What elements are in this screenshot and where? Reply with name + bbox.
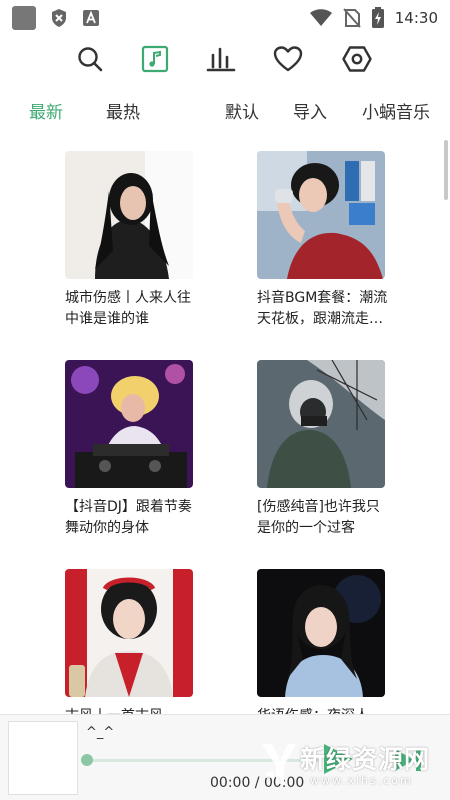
tab-default[interactable]: 默认 <box>225 98 259 123</box>
favorites-button[interactable] <box>267 40 309 82</box>
keyboard-a-icon <box>82 9 100 27</box>
player-album-art[interactable] <box>8 721 78 795</box>
play-icon <box>320 744 356 781</box>
playlist-cover-image <box>257 569 385 697</box>
music-note-icon <box>140 44 170 78</box>
status-right-icons: 14:30 <box>309 7 438 29</box>
playlist-cover-image <box>65 360 193 488</box>
play-button[interactable] <box>320 741 356 781</box>
no-sim-icon <box>343 8 361 28</box>
playlist-card[interactable]: 【抖音DJ】跟着节奏舞动你的身体 <box>65 360 195 539</box>
battery-charging-icon <box>371 7 385 29</box>
category-tabs: 最新 最热 默认 导入 小蜗音乐 <box>0 98 450 128</box>
playlist-card[interactable]: [伤感纯音]也许我只是你的一个过客 <box>257 360 387 539</box>
tab-import[interactable]: 导入 <box>293 98 327 123</box>
progress-knob[interactable] <box>81 754 93 766</box>
playlist-cover-image <box>257 360 385 488</box>
status-time: 14:30 <box>394 9 438 27</box>
playlist-title: [伤感纯音]也许我只是你的一个过客 <box>257 499 380 536</box>
playlist-title: 抖音BGM套餐：潮流天花板，跟潮流走… <box>257 290 388 327</box>
status-left-icons <box>12 6 100 30</box>
search-button[interactable] <box>69 40 111 82</box>
playlist-title: 【抖音DJ】跟着节奏舞动你的身体 <box>65 499 192 536</box>
playlist-card[interactable]: 华语伤感：夜深人 <box>257 569 387 727</box>
progress-bar[interactable] <box>81 754 322 766</box>
shield-x-icon <box>50 8 68 28</box>
charts-button[interactable] <box>200 40 242 82</box>
settings-hexagon-icon <box>342 45 372 77</box>
mini-player[interactable]: ^_^ 00:00 / 00:00 <box>0 714 450 800</box>
top-toolbar <box>0 40 450 82</box>
scroll-indicator[interactable] <box>444 140 448 200</box>
skip-next-icon <box>392 749 426 779</box>
tab-xiaowo-music[interactable]: 小蜗音乐 <box>362 98 430 123</box>
playlist-cover-image <box>65 151 193 279</box>
tab-latest[interactable]: 最新 <box>29 98 63 123</box>
playlist-cover-image <box>65 569 193 697</box>
heart-icon <box>273 45 303 77</box>
wifi-icon <box>309 9 333 27</box>
playlist-card[interactable]: 古风丨一首古风 <box>65 569 195 727</box>
playlist-title: 城市伤感丨人来人往中谁是谁的谁 <box>65 290 191 327</box>
bar-chart-icon <box>206 45 236 77</box>
playlist-cover-image <box>257 151 385 279</box>
music-library-button[interactable] <box>134 40 176 82</box>
settings-button[interactable] <box>336 40 378 82</box>
player-time: 00:00 / 00:00 <box>210 775 305 791</box>
player-song-title: ^_^ <box>86 725 115 740</box>
next-button[interactable] <box>392 745 426 779</box>
playlist-card[interactable]: 抖音BGM套餐：潮流天花板，跟潮流走… <box>257 151 387 330</box>
tab-hot[interactable]: 最热 <box>106 98 140 123</box>
search-icon <box>76 45 104 77</box>
status-bar: 14:30 <box>0 0 450 36</box>
app-square-icon <box>12 6 36 30</box>
playlist-card[interactable]: 城市伤感丨人来人往中谁是谁的谁 <box>65 151 195 330</box>
